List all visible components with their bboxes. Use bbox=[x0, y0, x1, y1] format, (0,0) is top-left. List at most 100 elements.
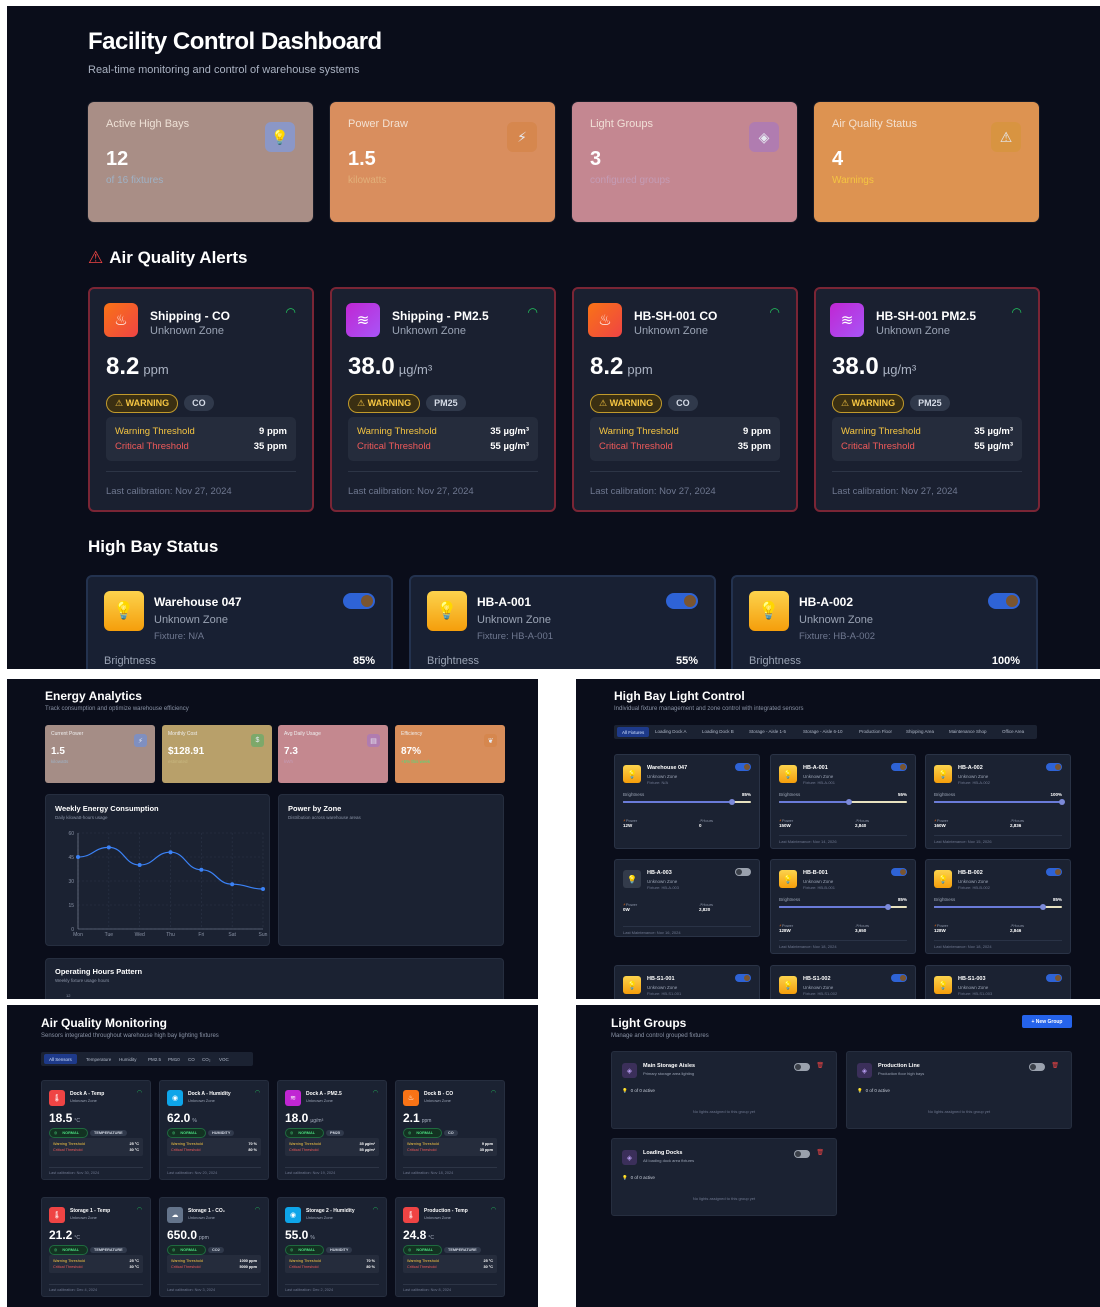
fixture-card[interactable]: 💡 HB-B-002 Unknown Zone Fixture: HB-B-00… bbox=[925, 859, 1071, 954]
zone-tab[interactable]: Loading Dock A bbox=[650, 725, 692, 737]
light-group-card[interactable]: ◈ Production Line Production floor high … bbox=[846, 1051, 1072, 1129]
slider-handle[interactable] bbox=[846, 799, 853, 805]
zone-tab[interactable]: Storage - Aisle 6-10 bbox=[798, 725, 848, 737]
power-toggle[interactable] bbox=[735, 974, 751, 982]
lightbulb-icon: 💡 bbox=[623, 765, 641, 783]
brightness-row: Brightness 55% bbox=[427, 655, 698, 667]
light-group-card[interactable]: ◈ Loading Docks All loading dock area fi… bbox=[611, 1138, 837, 1216]
brightness-slider[interactable] bbox=[779, 904, 907, 910]
trash-icon[interactable]: 🗑 bbox=[1051, 1062, 1059, 1069]
hours-value: 2,840 bbox=[855, 823, 867, 828]
power-toggle[interactable] bbox=[735, 763, 751, 771]
zone-tab[interactable]: Loading Dock B bbox=[697, 725, 739, 737]
trash-icon[interactable]: 🗑 bbox=[816, 1062, 824, 1069]
group-toggle[interactable] bbox=[1029, 1063, 1045, 1071]
critical-threshold-value: 5000 ppm bbox=[239, 1265, 257, 1269]
status-badge: ◎ NORMAL bbox=[403, 1128, 443, 1138]
zone-tab[interactable]: Maintenance Shop bbox=[944, 725, 992, 737]
sensor-card[interactable]: ◉ Dock A - Humidity Unknown Zone ◠ 62.0%… bbox=[159, 1080, 269, 1180]
sensor-tab[interactable]: Temperature bbox=[81, 1054, 116, 1064]
slider-handle[interactable] bbox=[884, 904, 891, 910]
fixture-card[interactable]: 💡 HB-S1-002 Unknown Zone Fixture: HB-S1-… bbox=[770, 965, 916, 999]
sensor-badges: ◎ NORMAL CO bbox=[403, 1128, 458, 1138]
alert-zone: Unknown Zone bbox=[392, 325, 466, 337]
high-bay-card[interactable]: 💡 Warehouse 047 Unknown Zone Fixture: N/… bbox=[86, 575, 393, 669]
fixture-card[interactable]: 💡 HB-A-002 Unknown Zone Fixture: HB-A-00… bbox=[925, 754, 1071, 849]
brightness-slider[interactable] bbox=[779, 799, 907, 805]
sensor-name: Dock B - CO bbox=[424, 1091, 454, 1097]
brightness-label: Brightness bbox=[934, 792, 956, 797]
brightness-slider[interactable] bbox=[934, 799, 1065, 805]
power-toggle[interactable] bbox=[666, 593, 698, 609]
sensor-card[interactable]: 🌡 Storage 1 - Temp Unknown Zone ◠ 21.2 °C… bbox=[41, 1197, 151, 1297]
brightness-row: Brightness 85% bbox=[104, 655, 375, 667]
slider-handle[interactable] bbox=[1039, 904, 1046, 910]
high-bay-card[interactable]: 💡 HB-A-001 Unknown Zone Fixture: HB-A-00… bbox=[409, 575, 716, 669]
facility-dashboard-pane: Facility Control Dashboard Real-time mon… bbox=[7, 6, 1100, 669]
power-toggle[interactable] bbox=[988, 593, 1020, 609]
energy-stat-card: Current Power 1.5 kilowatts ⚡ bbox=[45, 725, 155, 783]
brightness-value: 85% bbox=[897, 897, 907, 902]
wifi-icon: ◠ bbox=[490, 1207, 496, 1213]
power-toggle[interactable] bbox=[735, 868, 751, 876]
type-badge: CO bbox=[668, 395, 698, 411]
fixture-card[interactable]: 💡 HB-B-001 Unknown Zone Fixture: HB-B-00… bbox=[770, 859, 916, 954]
air-quality-alert-card[interactable]: ♨ Shipping - CO Unknown Zone ◠ 8.2 ppm ⚠ … bbox=[88, 287, 314, 512]
power-value: 12W bbox=[623, 823, 633, 828]
power-toggle[interactable] bbox=[891, 763, 907, 771]
group-toggle[interactable] bbox=[794, 1150, 810, 1158]
power-toggle[interactable] bbox=[891, 868, 907, 876]
sensor-tab[interactable]: All Sensors bbox=[44, 1054, 77, 1064]
wifi-icon: ◠ bbox=[490, 1090, 496, 1096]
sensor-card[interactable]: ≋ Dock A - PM2.5 Unknown Zone ◠ 18.0 µg/m… bbox=[277, 1080, 387, 1180]
critical-threshold-label: Critical Threshold bbox=[53, 1265, 83, 1269]
zone-tab[interactable]: All Fixtures bbox=[617, 727, 650, 737]
trash-icon[interactable]: 🗑 bbox=[816, 1149, 824, 1156]
high-bay-card[interactable]: 💡 HB-A-002 Unknown Zone Fixture: HB-A-00… bbox=[731, 575, 1038, 669]
air-quality-alert-card[interactable]: ≋ HB-SH-001 PM2.5 Unknown Zone ◠ 38.0 µg/… bbox=[814, 287, 1040, 512]
fixture-card[interactable]: 💡 HB-A-003 Unknown Zone Fixture: HB-A-00… bbox=[614, 859, 760, 937]
zone-tab[interactable]: Office Area bbox=[997, 725, 1029, 737]
new-group-button[interactable]: + New Group bbox=[1022, 1015, 1072, 1028]
power-toggle[interactable] bbox=[1046, 868, 1062, 876]
slider-handle[interactable] bbox=[728, 799, 735, 805]
air-quality-alert-card[interactable]: ♨ HB-SH-001 CO Unknown Zone ◠ 8.2 ppm ⚠ W… bbox=[572, 287, 798, 512]
slider-handle[interactable] bbox=[1059, 799, 1065, 805]
sensor-tab[interactable]: VOC bbox=[214, 1054, 234, 1064]
sensor-card[interactable]: 🌡 Dock A - Temp Unknown Zone ◠ 18.5 °C ◎ … bbox=[41, 1080, 151, 1180]
light-group-card[interactable]: ◈ Main Storage Aisles Primary storage ar… bbox=[611, 1051, 837, 1129]
fixture-card[interactable]: 💡 Warehouse 047 Unknown Zone Fixture: N/… bbox=[614, 754, 760, 849]
hours-readout: ↗Hours 0 bbox=[699, 818, 714, 828]
power-toggle[interactable] bbox=[343, 593, 375, 609]
zone-tab[interactable]: Storage - Aisle 1-5 bbox=[744, 725, 791, 737]
brightness-slider[interactable] bbox=[934, 904, 1062, 910]
brightness-row: Brightness 100% bbox=[934, 792, 1062, 797]
group-toggle[interactable] bbox=[794, 1063, 810, 1071]
type-badge: PM25 bbox=[326, 1130, 344, 1136]
fixture-card[interactable]: 💡 HB-S1-001 Unknown Zone Fixture: HB-S1-… bbox=[614, 965, 760, 999]
zone-tab[interactable]: Production Floor bbox=[854, 725, 897, 737]
y-tick-label: 15 bbox=[68, 903, 74, 909]
power-toggle[interactable] bbox=[1046, 763, 1062, 771]
x-tick-label: Mon bbox=[73, 932, 83, 938]
sensor-zone: Unknown Zone bbox=[188, 1098, 215, 1103]
sensor-card[interactable]: ◉ Storage 2 - Humidity Unknown Zone ◠ 55… bbox=[277, 1197, 387, 1297]
air-quality-alert-card[interactable]: ≋ Shipping - PM2.5 Unknown Zone ◠ 38.0 µg… bbox=[330, 287, 556, 512]
calibration-date: Last calibration: Nov 27, 2024 bbox=[832, 471, 1022, 497]
power-toggle[interactable] bbox=[891, 974, 907, 982]
sensor-tab[interactable]: PM10 bbox=[163, 1054, 185, 1064]
sensor-tab[interactable]: Humidity bbox=[114, 1054, 142, 1064]
sensor-badges: ◎ NORMAL CO2 bbox=[167, 1245, 224, 1255]
threshold-box: Warning Threshold 35 µg/m³ Critical Thres… bbox=[285, 1138, 379, 1156]
sensor-unit: °C bbox=[74, 1235, 80, 1241]
air-quality-monitoring-pane: Air Quality Monitoring Sensors integrate… bbox=[7, 1005, 538, 1307]
zone-tab[interactable]: Shipping Area bbox=[901, 725, 939, 737]
sensor-card[interactable]: ♨ Dock B - CO Unknown Zone ◠ 2.1 ppm ◎ NO… bbox=[395, 1080, 505, 1180]
fixture-card[interactable]: 💡 HB-S1-003 Unknown Zone Fixture: HB-S1-… bbox=[925, 965, 1071, 999]
sensor-tab[interactable]: CO₂ bbox=[197, 1054, 216, 1064]
sensor-card[interactable]: ☁ Storage 1 - CO₂ Unknown Zone ◠ 650.0 pp… bbox=[159, 1197, 269, 1297]
brightness-slider[interactable] bbox=[623, 799, 751, 805]
fixture-card[interactable]: 💡 HB-A-001 Unknown Zone Fixture: HB-A-00… bbox=[770, 754, 916, 849]
sensor-card[interactable]: 🌡 Production - Temp Unknown Zone ◠ 24.8 °… bbox=[395, 1197, 505, 1297]
power-toggle[interactable] bbox=[1046, 974, 1062, 982]
